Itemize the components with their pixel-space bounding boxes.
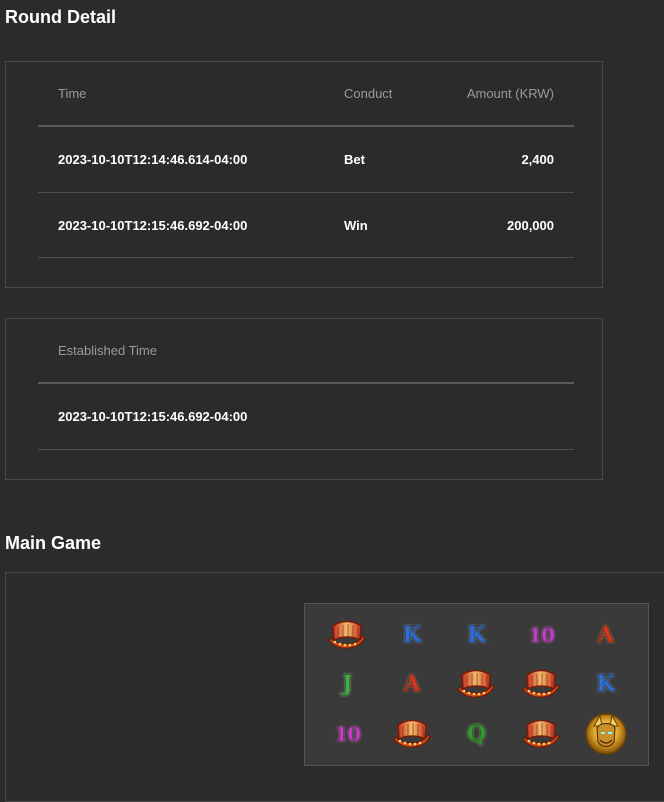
conduct-column-header: Conduct <box>344 86 393 101</box>
time-column-header: Time <box>58 86 87 101</box>
a-symbol-icon: A <box>573 610 638 660</box>
row-conduct: Win <box>344 217 368 233</box>
amount-column-header: Amount (KRW) <box>466 86 554 101</box>
k-symbol-icon: K <box>380 610 445 660</box>
a-symbol-icon-text: A <box>597 621 615 648</box>
a-symbol-icon-text: A <box>403 671 421 698</box>
established-time-panel: Established Time 2023-10-10T12:15:46.692… <box>5 318 603 480</box>
q-symbol-icon-text: Q <box>466 721 487 748</box>
ten-symbol-icon: 10 <box>315 709 380 759</box>
a-symbol-icon: A <box>380 660 445 710</box>
k-symbol-icon-text: K <box>596 671 616 698</box>
established-time-value: 2023-10-10T12:15:46.692-04:00 <box>58 409 248 424</box>
k-symbol-icon: K <box>573 660 638 710</box>
established-row: 2023-10-10T12:15:46.692-04:00 <box>38 384 574 450</box>
round-detail-title: Round Detail <box>5 7 116 27</box>
table-row: 2023-10-10T12:14:46.614-04:00 Bet 2,400 <box>38 127 574 193</box>
viking-ship-icon <box>315 610 380 660</box>
viking-warrior-icon <box>573 709 638 759</box>
ten-symbol-icon-text: 10 <box>334 722 362 747</box>
k-symbol-icon-text: K <box>466 621 487 648</box>
row-conduct: Bet <box>344 152 365 167</box>
q-symbol-icon: Q <box>444 709 509 759</box>
table-header: Time Conduct Amount (KRW) <box>38 62 574 127</box>
round-detail-panel: Time Conduct Amount (KRW) 2023-10-10T12:… <box>5 61 603 288</box>
row-time: 2023-10-10T12:14:46.614-04:00 <box>58 152 248 167</box>
viking-ship-icon <box>509 709 574 759</box>
reel-grid: K K 10 A J A K 10 Q <box>304 603 649 766</box>
table-row: 2023-10-10T12:15:46.692-04:00 Win 200,00… <box>38 193 574 258</box>
row-time: 2023-10-10T12:15:46.692-04:00 <box>58 217 248 233</box>
established-header: Established Time <box>38 319 574 384</box>
main-game-title: Main Game <box>5 533 102 553</box>
ten-symbol-icon-text: 10 <box>528 622 556 647</box>
j-symbol-icon-text: J <box>342 671 353 698</box>
row-amount: 2,400 <box>521 152 554 167</box>
viking-ship-icon <box>509 660 574 710</box>
row-amount: 200,000 <box>507 217 554 233</box>
k-symbol-icon: K <box>444 610 509 660</box>
j-symbol-icon: J <box>315 660 380 710</box>
k-symbol-icon-text: K <box>402 621 422 648</box>
established-time-header: Established Time <box>58 343 157 358</box>
ten-symbol-icon: 10 <box>509 610 574 660</box>
viking-ship-icon <box>380 709 445 759</box>
main-game-panel: K K 10 A J A K 10 Q <box>5 572 664 802</box>
viking-ship-icon <box>444 660 509 710</box>
